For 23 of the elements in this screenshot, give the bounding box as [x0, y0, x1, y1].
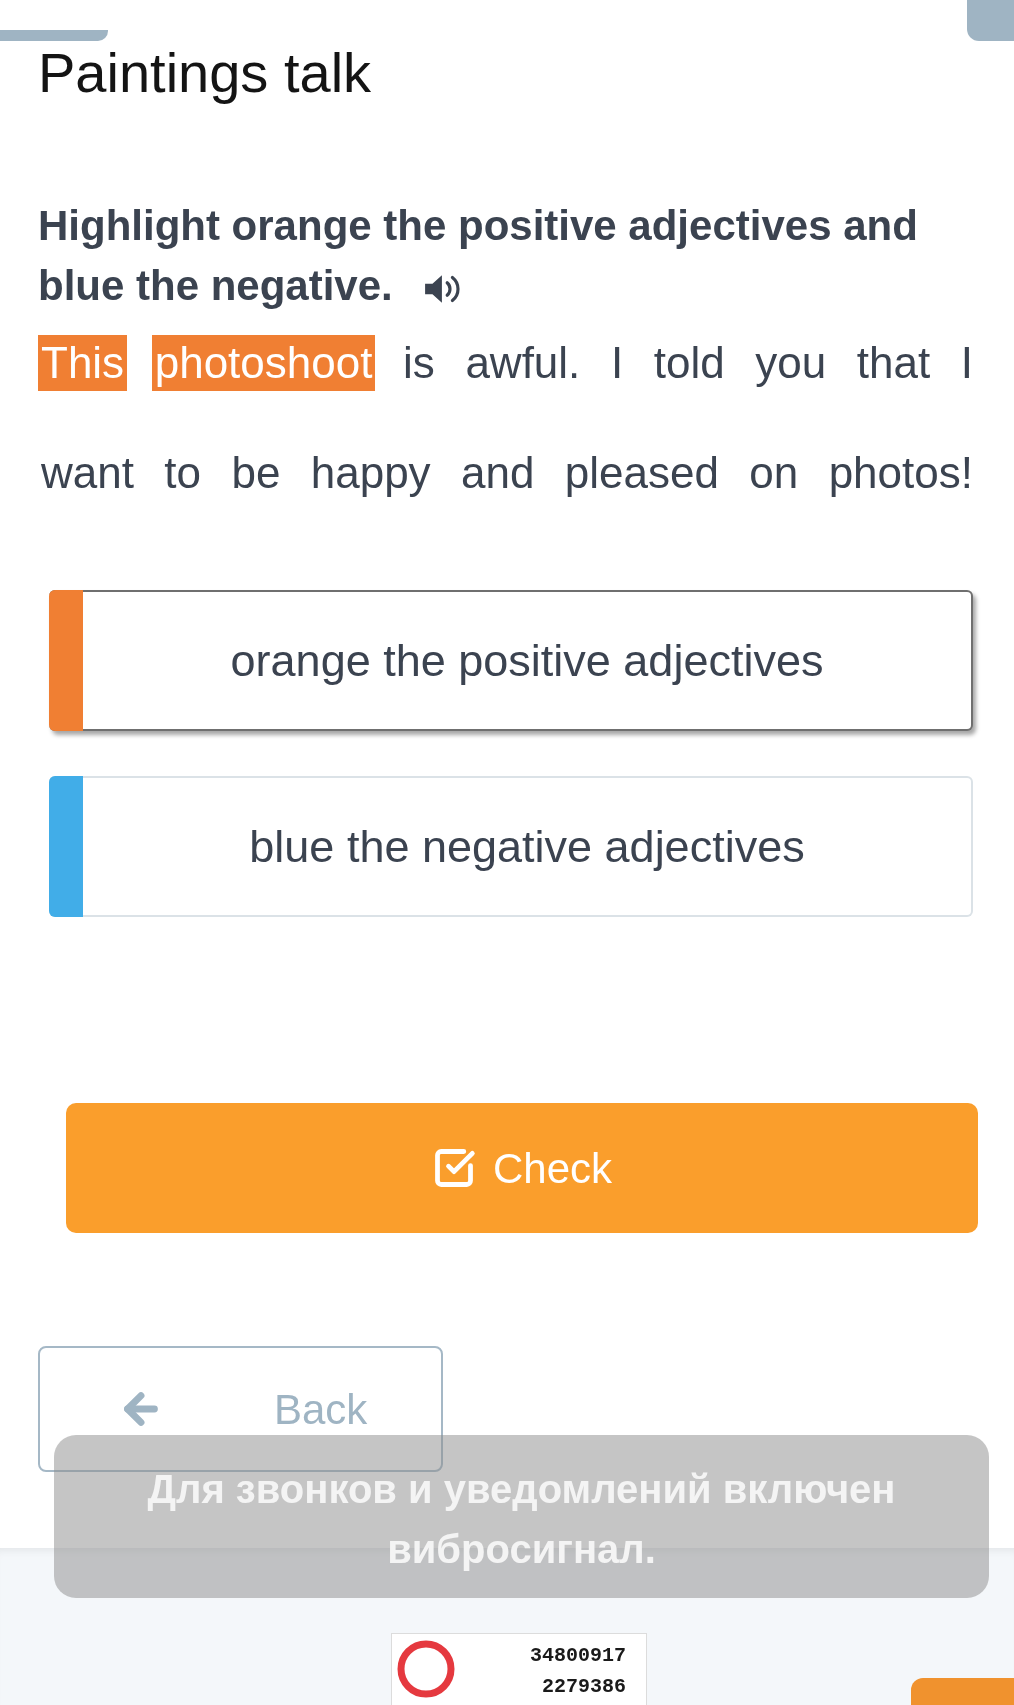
word[interactable]: that — [853, 335, 934, 391]
word[interactable]: be — [228, 445, 284, 501]
word[interactable]: told — [650, 335, 728, 391]
ring-icon — [397, 1640, 455, 1698]
word[interactable]: want — [38, 445, 137, 501]
word[interactable]: on — [746, 445, 802, 501]
counter-number: 34800917 — [530, 1643, 626, 1669]
word[interactable]: happy — [307, 445, 434, 501]
page-title: Paintings talk — [38, 41, 373, 105]
word[interactable]: pleased — [561, 445, 722, 501]
counter-number: 2279386 — [542, 1674, 626, 1700]
word[interactable]: photos! — [825, 445, 976, 501]
word[interactable]: and — [458, 445, 538, 501]
word[interactable]: to — [161, 445, 205, 501]
word[interactable]: you — [752, 335, 830, 391]
word[interactable]: I — [957, 335, 976, 391]
word[interactable]: is — [400, 335, 438, 391]
option-card[interactable]: blue the negative adjectives — [49, 776, 973, 917]
task-instruction: Highlight orange the positive adjectives and blue the negative. — [38, 201, 919, 311]
option-card[interactable]: orange the positive adjectives — [49, 590, 973, 731]
word[interactable]: I — [607, 335, 627, 391]
corner-button[interactable] — [967, 0, 1014, 41]
word[interactable]: awful. — [462, 335, 584, 391]
